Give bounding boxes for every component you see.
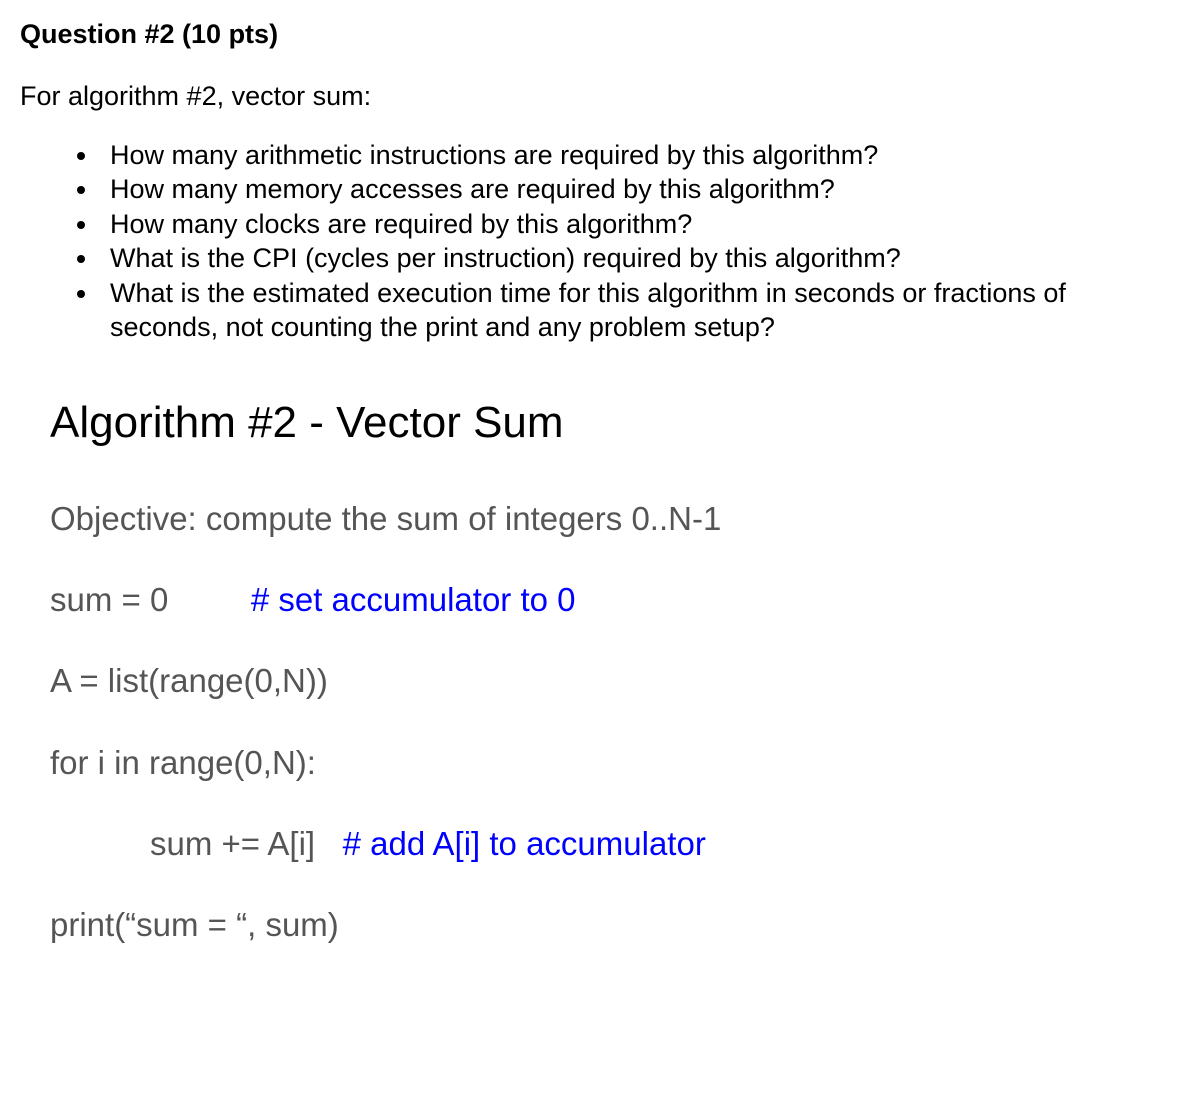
code-text: A = list(range(0,N)) [50, 662, 328, 699]
code-text: for i in range(0,N): [50, 744, 316, 781]
bullet-item: How many arithmetic instructions are req… [100, 138, 1171, 173]
question-bullet-list: How many arithmetic instructions are req… [100, 138, 1171, 345]
bullet-item: How many clocks are required by this alg… [100, 207, 1171, 242]
code-comment: # add A[i] to accumulator [343, 825, 706, 862]
bullet-item: What is the CPI (cycles per instruction)… [100, 241, 1171, 276]
code-line-5: print(“sum = “, sum) [50, 904, 1171, 945]
code-comment: # set accumulator to 0 [251, 581, 576, 618]
code-text: sum = 0 [50, 581, 168, 618]
question-header: Question #2 (10 pts) [20, 18, 1171, 52]
code-line-3: for i in range(0,N): [50, 742, 1171, 783]
bullet-item: How many memory accesses are required by… [100, 172, 1171, 207]
question-intro: For algorithm #2, vector sum: [20, 80, 1171, 114]
code-line-1: sum = 0 # set accumulator to 0 [50, 579, 1171, 620]
code-text: sum += A[i] [150, 825, 315, 862]
code-line-4: sum += A[i] # add A[i] to accumulator [150, 823, 1171, 864]
bullet-item: What is the estimated execution time for… [100, 276, 1171, 345]
code-spacer [315, 825, 343, 862]
algorithm-title: Algorithm #2 - Vector Sum [50, 395, 1171, 450]
code-spacer [168, 581, 251, 618]
code-text: print(“sum = “, sum) [50, 906, 339, 943]
code-line-2: A = list(range(0,N)) [50, 660, 1171, 701]
algorithm-objective: Objective: compute the sum of integers 0… [50, 498, 1171, 539]
